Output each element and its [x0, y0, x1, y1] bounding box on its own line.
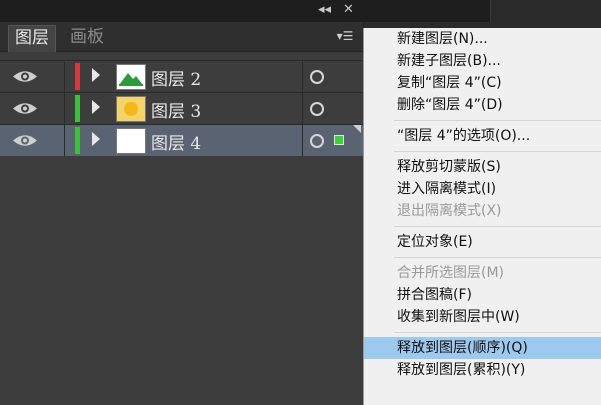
title-strip: ◂◂ ✕ [0, 0, 601, 22]
background-area [490, 0, 601, 22]
target-circle-icon[interactable] [310, 134, 324, 148]
menu-item-release-clipping-mask[interactable]: 释放剪切蒙版(S) [364, 156, 601, 178]
menu-item-flatten-artwork[interactable]: 拼合图稿(F) [364, 284, 601, 306]
layer-list: 图层 2 图层 3 图层 4 [0, 60, 363, 156]
panel-menu-button[interactable]: ▾☰ [333, 28, 357, 44]
layers-panel: 图层 画板 ▾☰ 图层 2 图层 3 图层 4 [0, 22, 364, 405]
expand-arrow-icon[interactable] [92, 132, 100, 146]
menu-item-merge-selected: 合并所选图层(M) [397, 265, 505, 281]
layers-panel-context-menu: 新建图层(N)... 新建子图层(B)... 复制“图层 4”(C) 删除“图层… [363, 28, 601, 405]
expand-arrow-icon[interactable] [92, 68, 100, 82]
layer-row[interactable]: 图层 2 [0, 60, 363, 92]
close-panel-button[interactable]: ✕ [343, 3, 354, 17]
selection-indicator-icon[interactable] [334, 135, 344, 145]
menu-item-collect-in-new-layer[interactable]: 收集到新图层中(W) [364, 306, 601, 328]
target-circle-icon[interactable] [310, 70, 324, 84]
visibility-eye-icon[interactable] [12, 69, 38, 84]
column-divider [302, 93, 303, 124]
layer-color-bar [75, 127, 80, 154]
column-divider [64, 93, 65, 124]
current-layer-corner-icon [353, 125, 361, 133]
menu-separator [364, 328, 601, 337]
menu-separator [364, 253, 601, 262]
menu-item-new-sublayer[interactable]: 新建子图层(B)... [364, 50, 601, 72]
layer-name[interactable]: 图层 3 [151, 97, 201, 122]
menu-item-new-layer[interactable]: 新建图层(N)... [364, 28, 601, 50]
collapse-panel-button[interactable]: ◂◂ [318, 3, 331, 17]
menu-item-release-to-layers-build[interactable]: 释放到图层(累积)(Y) [364, 359, 601, 381]
column-divider [302, 61, 303, 92]
expand-arrow-icon[interactable] [92, 100, 100, 114]
menu-item-enter-isolation-mode[interactable]: 进入隔离模式(I) [364, 178, 601, 200]
menu-item-exit-isolation-mode: 退出隔离模式(X) [397, 203, 502, 219]
panel-tab-bar: 图层 画板 ▾☰ [0, 22, 363, 52]
menu-separator [364, 222, 601, 231]
menu-item-layer-options[interactable]: “图层 4”的选项(O)... [364, 125, 601, 147]
layer-name[interactable]: 图层 2 [151, 65, 201, 90]
menu-item-delete-layer[interactable]: 删除“图层 4”(D) [364, 94, 601, 116]
layer-color-bar [75, 63, 80, 90]
layer-color-bar [75, 95, 80, 122]
tab-artboards[interactable]: 画板 [64, 25, 110, 51]
column-divider [64, 61, 65, 92]
tab-layers[interactable]: 图层 [8, 25, 56, 52]
target-circle-icon[interactable] [310, 102, 324, 116]
layer-row[interactable]: 图层 3 [0, 92, 363, 124]
column-divider [64, 125, 65, 156]
menu-item-release-to-layers-sequence[interactable]: 释放到图层(顺序)(Q) [364, 337, 601, 359]
menu-separator [364, 116, 601, 125]
visibility-eye-icon[interactable] [12, 101, 38, 116]
menu-item-duplicate-layer[interactable]: 复制“图层 4”(C) [364, 72, 601, 94]
visibility-eye-icon[interactable] [12, 133, 38, 148]
mountain-thumbnail [116, 64, 146, 90]
blank-thumbnail [116, 128, 146, 154]
sun-thumbnail [116, 96, 146, 122]
menu-separator [364, 147, 601, 156]
column-divider [302, 125, 303, 156]
layer-name[interactable]: 图层 4 [151, 129, 201, 154]
menu-item-locate-object[interactable]: 定位对象(E) [364, 231, 601, 253]
layer-row-selected[interactable]: 图层 4 [0, 124, 363, 156]
